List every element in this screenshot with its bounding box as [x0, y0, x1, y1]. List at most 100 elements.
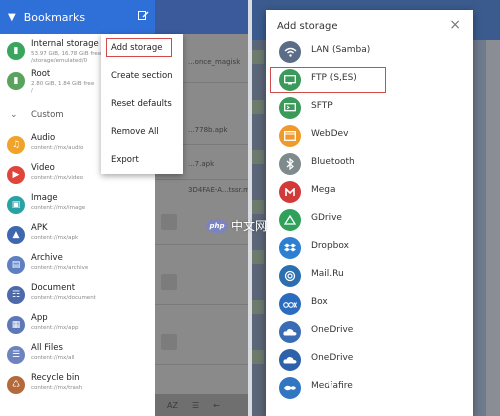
bookmark-recycle-bin[interactable]: ♺ Recycle bin content://mx/trash	[0, 370, 155, 400]
bookmark-name: Audio	[31, 133, 56, 143]
bluetooth-icon	[279, 153, 301, 175]
bookmark-name: APK	[31, 223, 48, 233]
bookmark-path: content://mx/audio	[31, 145, 84, 151]
bookmark-name: Video	[31, 163, 55, 173]
left-screenshot: ...once_magisk ...778b.apk ...7.apk 3D4F…	[0, 0, 248, 416]
bookmark-apk[interactable]: ▲ APK content://mx/apk	[0, 220, 155, 250]
storage-mailru[interactable]: Mail.Ru	[266, 262, 473, 290]
watermark-text: 软件技巧	[362, 368, 471, 398]
software-tips-watermark: 软件技巧	[328, 362, 470, 399]
sd-card-icon: ▮	[7, 42, 25, 60]
file-name: ...once_magisk	[188, 58, 241, 66]
file-thumbnail	[161, 214, 177, 230]
menu-item-reset-defaults[interactable]: Reset defaults	[111, 99, 172, 109]
bookmark-document[interactable]: ☶ Document content://mx/document	[0, 280, 155, 310]
caret-down-icon[interactable]: ▼	[8, 12, 16, 23]
bookmark-path: content://mx/video	[31, 175, 84, 181]
file-name: ...7.apk	[188, 160, 215, 168]
php-logo: php	[206, 218, 228, 233]
storage-mega[interactable]: Mega	[266, 178, 473, 206]
storage-name: LAN (Samba)	[311, 45, 371, 55]
storage-name: FTP (S,ES)	[311, 73, 357, 83]
storage-name: Mail.Ru	[311, 269, 344, 279]
storage-bluetooth[interactable]: Bluetooth	[266, 150, 473, 178]
bookmark-name: Image	[31, 193, 58, 203]
bookmark-name: Root	[31, 69, 51, 79]
storage-webdev[interactable]: WebDev	[266, 122, 473, 150]
back-button[interactable]: ←	[213, 401, 220, 410]
storage-name: Box	[311, 297, 328, 307]
bookmark-path: content://mx/document	[31, 295, 96, 301]
storage-dropbox[interactable]: Dropbox	[266, 234, 473, 262]
storage-name: WebDev	[311, 129, 349, 139]
menu-button[interactable]: ☰	[192, 401, 199, 410]
mediafire-icon	[279, 377, 301, 399]
storage-onedrive-1[interactable]: OneDrive	[266, 318, 473, 346]
archive-icon: ▤	[7, 256, 25, 274]
terminal-icon	[279, 97, 301, 119]
music-icon: ♫	[7, 136, 25, 154]
bookmark-name: Recycle bin	[31, 373, 80, 383]
storage-name: Dropbox	[311, 241, 349, 251]
drawer-title: Bookmarks	[23, 10, 86, 24]
all-files-icon: ☰	[7, 346, 25, 364]
bookmark-all-files[interactable]: ☰ All Files content://mx/all	[0, 340, 155, 370]
wifi-icon	[279, 41, 301, 63]
close-icon[interactable]: ×	[449, 17, 461, 33]
bookmark-name: App	[31, 313, 48, 323]
gdrive-icon	[279, 209, 301, 231]
overflow-menu: Add storage Create section Reset default…	[101, 34, 183, 174]
onedrive-icon	[279, 349, 301, 371]
storage-sftp[interactable]: SFTP	[266, 94, 473, 122]
image-icon: ▣	[7, 196, 25, 214]
box-icon	[279, 293, 301, 315]
bottom-toolbar: AZ ☰ ←	[155, 394, 248, 416]
dialog-title: Add storage	[277, 21, 338, 32]
edit-bookmarks-icon[interactable]	[138, 10, 149, 23]
storage-box[interactable]: Box	[266, 290, 473, 318]
sort-button[interactable]: AZ	[167, 401, 178, 410]
bookmark-path: content://mx/apk	[31, 235, 79, 241]
file-thumbnail	[161, 274, 177, 290]
bookmark-name: Archive	[31, 253, 63, 263]
file-name: 3D4FAE-A...tssr.m...	[188, 186, 248, 194]
bookmark-name: Internal storage	[31, 39, 99, 49]
storage-name: Bluetooth	[311, 157, 355, 167]
file-thumbnail	[161, 334, 177, 350]
storage-ftp[interactable]: FTP (S,ES)	[266, 66, 473, 94]
drawer-header: ▼ Bookmarks	[0, 0, 155, 34]
root-storage-icon: ▮	[7, 72, 25, 90]
dropbox-icon	[279, 237, 301, 259]
document-icon: ☶	[7, 286, 25, 304]
bookmark-name: Document	[31, 283, 76, 293]
storage-name: SFTP	[311, 101, 333, 111]
php-watermark: php 中文网	[206, 217, 267, 234]
storage-gdrive[interactable]: GDrive	[266, 206, 473, 234]
bookmark-path: content://mx/trash	[31, 385, 83, 391]
add-storage-dialog: Add storage × LAN (Samba) FTP (S,ES) SFT…	[266, 10, 473, 416]
video-icon: ▶	[7, 166, 25, 184]
storage-name: GDrive	[311, 213, 342, 223]
file-name: ...778b.apk	[188, 126, 228, 134]
menu-item-remove-all[interactable]: Remove All	[111, 127, 159, 137]
bookmark-detail: 2.80 GiB, 1.84 GiB free /	[31, 81, 95, 94]
bookmark-name: All Files	[31, 343, 63, 353]
bookmark-path: content://mx/app	[31, 325, 79, 331]
bookmark-archive[interactable]: ▤ Archive content://mx/archive	[0, 250, 155, 280]
menu-item-export[interactable]: Export	[111, 155, 139, 165]
recycle-bin-icon: ♺	[7, 376, 25, 394]
custom-label: Custom	[31, 110, 64, 120]
bookmark-image[interactable]: ▣ Image content://mx/image	[0, 190, 155, 220]
bookmark-path: content://mx/archive	[31, 265, 89, 271]
right-screenshot: Add storage × LAN (Samba) FTP (S,ES) SFT…	[252, 0, 500, 416]
bookmark-path: content://mx/all	[31, 355, 75, 361]
storage-lan-samba[interactable]: LAN (Samba)	[266, 38, 473, 66]
menu-item-add-storage[interactable]: Add storage	[111, 43, 162, 53]
bookmark-app[interactable]: ▦ App content://mx/app	[0, 310, 155, 340]
mailru-icon	[279, 265, 301, 287]
storage-name: OneDrive	[311, 325, 354, 335]
mega-icon	[279, 181, 301, 203]
menu-item-create-section[interactable]: Create section	[111, 71, 173, 81]
apk-icon: ▲	[7, 226, 25, 244]
storage-name: Mega	[311, 185, 336, 195]
